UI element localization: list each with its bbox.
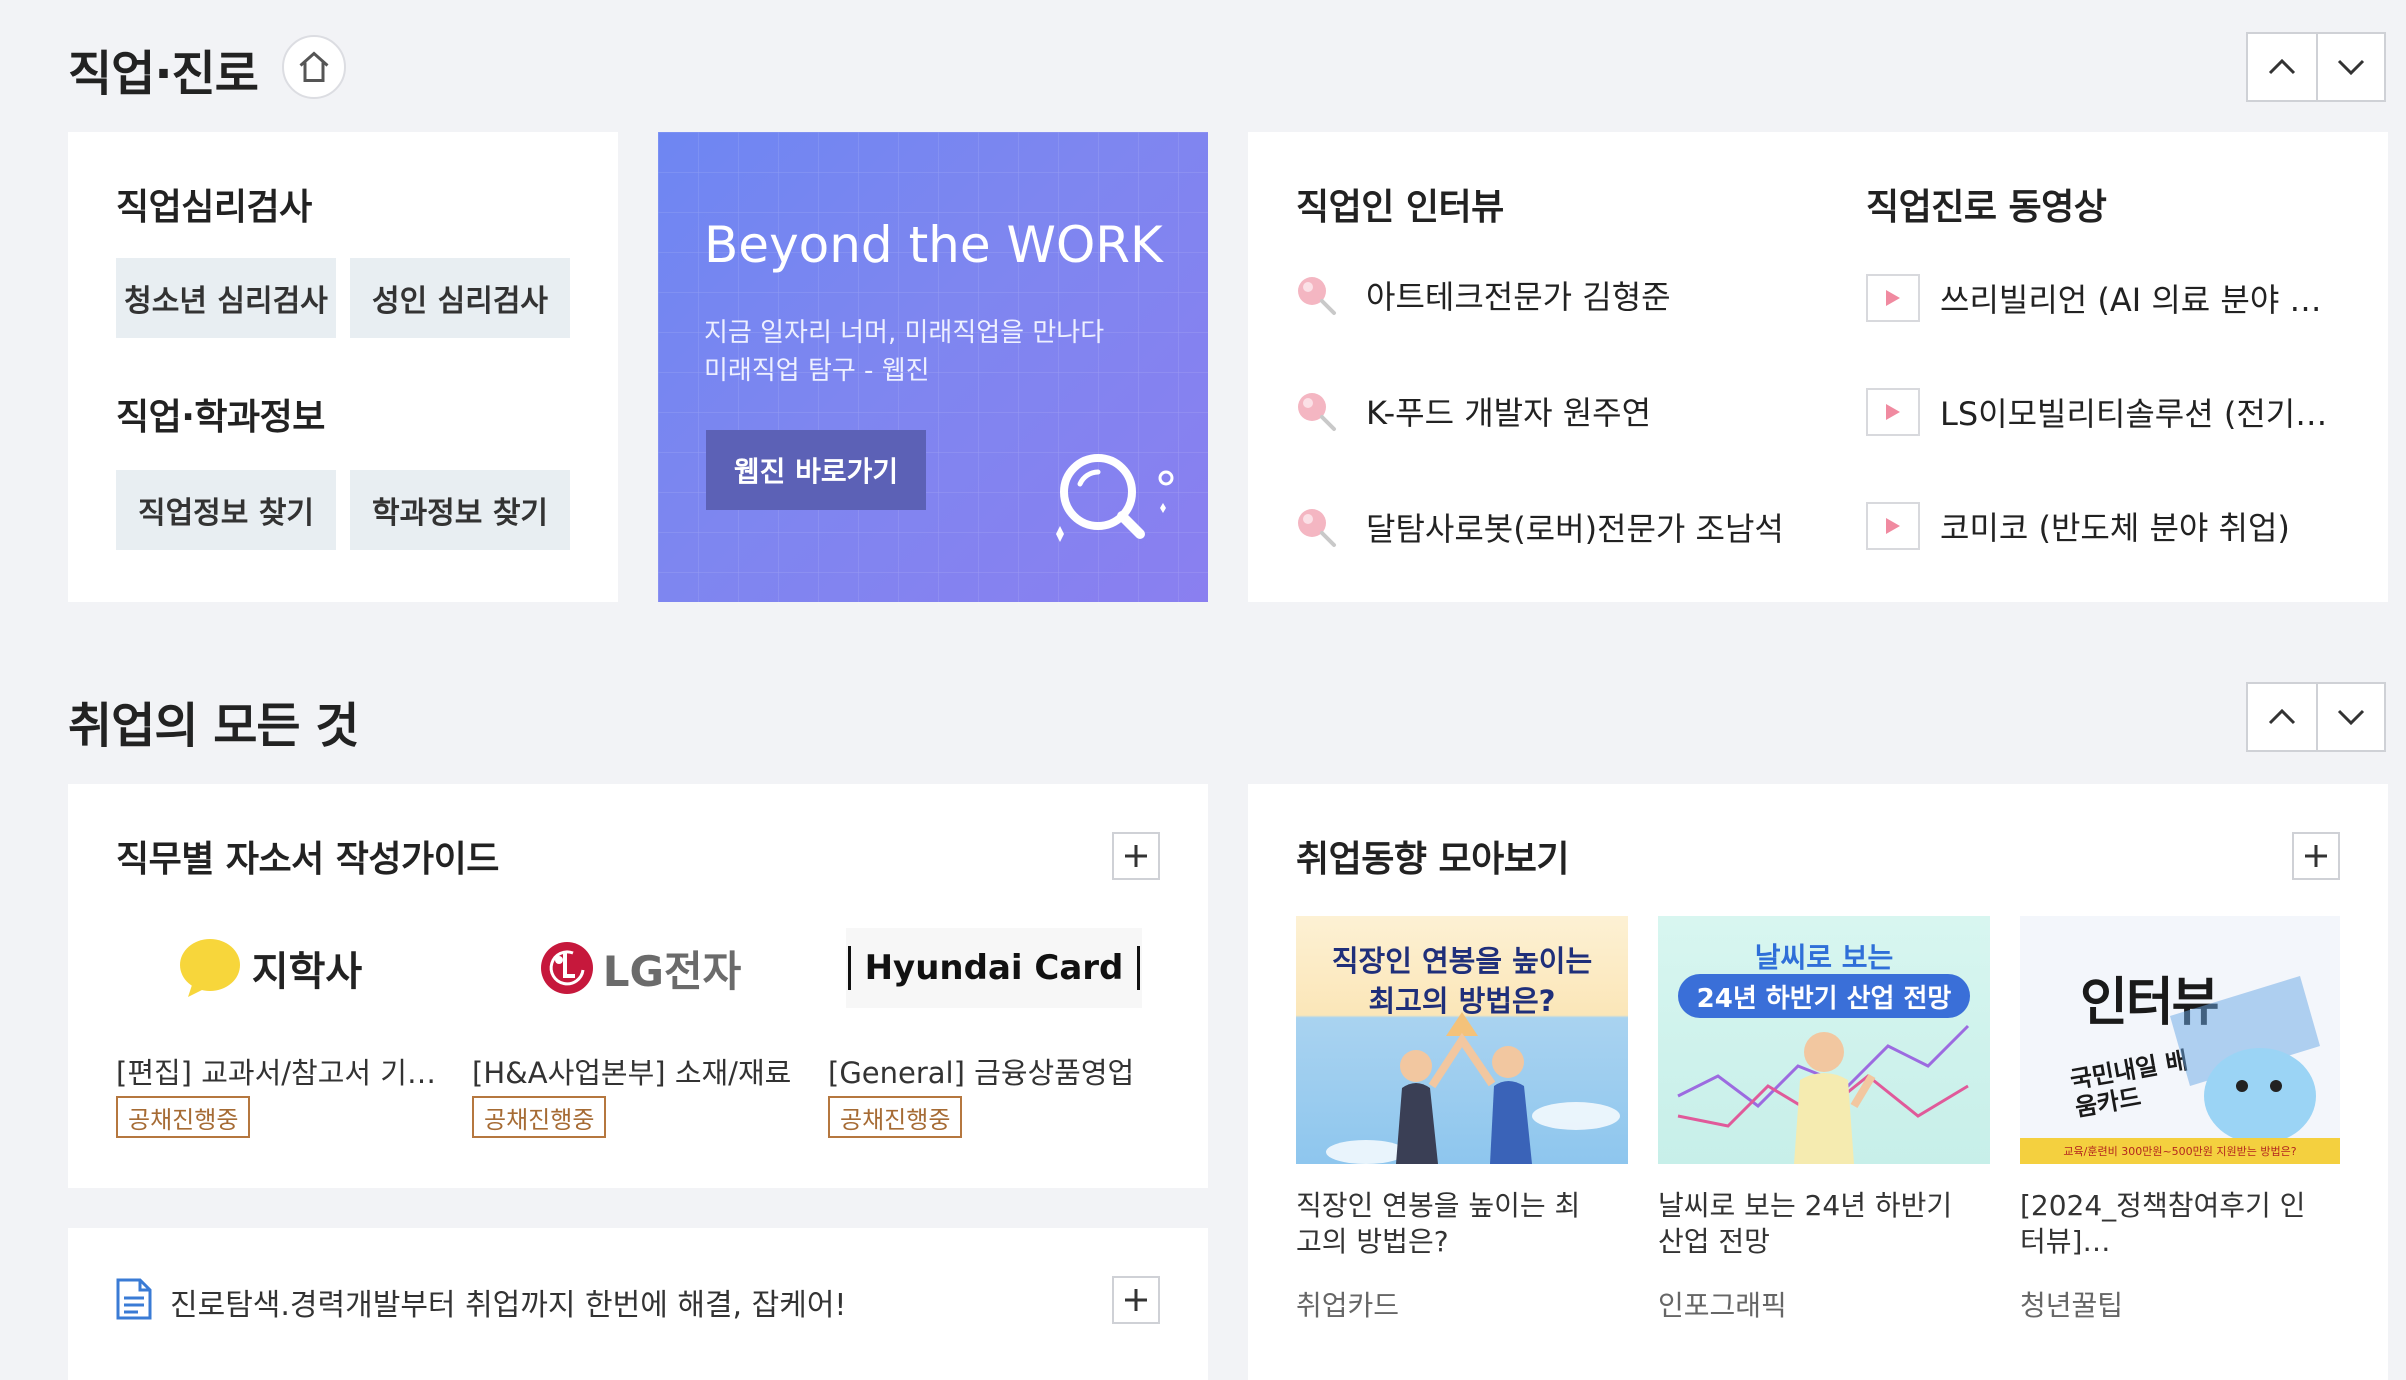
trend-thumbnail[interactable]: 날씨로 보는 24년 하반기 산업 전망 <box>1658 916 1990 1164</box>
trend-thumbnail[interactable]: 직장인 연봉을 높이는 최고의 방법은? <box>1296 916 1628 1164</box>
section-title-employment: 취업의 모든 것 <box>68 698 359 754</box>
plus-icon <box>1125 845 1147 867</box>
recruit-status-badge: 공채진행중 <box>472 1096 607 1138</box>
home-button[interactable] <box>282 35 346 99</box>
guide-more-button[interactable] <box>1112 832 1160 880</box>
banner-subtitle-2: 미래직업 탐구 - 웹진 <box>704 356 930 386</box>
play-icon <box>1866 502 1920 550</box>
employment-trends-title: 취업동향 모아보기 <box>1296 839 1570 880</box>
job-posting-title[interactable]: [편집] 교과서/참고서 기… <box>116 1050 436 1092</box>
interview-item-label: 달탐사로봇(로버)전문가 조남석 <box>1366 510 1784 548</box>
forecast-illustration <box>1677 1024 1970 1164</box>
scroll-down-button[interactable] <box>2316 34 2384 100</box>
recruit-status-badge: 공채진행중 <box>116 1096 251 1138</box>
play-icon <box>1866 274 1920 322</box>
lg-logo-mark <box>540 942 593 994</box>
plus-icon <box>1125 1289 1147 1311</box>
trend-caption[interactable]: 날씨로 보는 24년 하반기 산업 전망 <box>1658 1188 1968 1260</box>
chevron-up-icon <box>2268 708 2296 725</box>
interview-pin-icon <box>1298 509 1336 547</box>
job-info-search-button[interactable]: 직업정보 찾기 <box>116 470 336 550</box>
hyundai-card-logo[interactable]: Hyundai Card <box>846 928 1142 1008</box>
thumb-footer-text: 교육/훈련비 300만원~500만원 지원받는 방법은? <box>2020 1138 2340 1164</box>
section-title-career: 직업·진로 <box>68 46 259 102</box>
chevron-down-icon <box>2337 59 2365 76</box>
trend-caption[interactable]: [2024_정책참여후기 인터뷰]… <box>2020 1188 2330 1260</box>
lg-logo-text: LG전자 <box>602 946 742 996</box>
interview-title: 직업인 인터뷰 <box>1296 187 1504 228</box>
trend-category: 청년꿀팁 <box>2020 1289 2124 1322</box>
section2-arrows <box>2246 682 2386 752</box>
magnifier-icon <box>1056 454 1174 542</box>
job-dept-info-title: 직업·학과정보 <box>116 397 325 438</box>
trend-category: 인포그래픽 <box>1658 1289 1787 1322</box>
salary-people-illustration <box>1326 1012 1620 1164</box>
hyundai-card-logo-text: Hyundai Card <box>847 946 1141 990</box>
video-item[interactable]: 쓰리빌리언 (AI 의료 분야 … <box>1866 274 2336 322</box>
video-item-label: LS이모빌리티솔루션 (전기… <box>1940 395 2328 433</box>
webzine-banner[interactable]: Beyond the WORK 지금 일자리 너머, 미래직업을 만나다 미래직… <box>658 132 1208 602</box>
interview-item[interactable]: K-푸드 개발자 원주연 <box>1294 388 1651 434</box>
adult-psych-test-button[interactable]: 성인 심리검사 <box>350 258 570 338</box>
lg-logo[interactable]: LG전자 <box>490 928 790 1008</box>
trend-caption[interactable]: 직장인 연봉을 높이는 최고의 방법은? <box>1296 1188 1606 1260</box>
section1-arrows <box>2246 32 2386 102</box>
interview-item-label: K-푸드 개발자 원주연 <box>1366 394 1652 432</box>
interview-item-label: 아트테크전문가 김형준 <box>1366 278 1671 316</box>
jihaksa-logo-mark <box>179 939 240 997</box>
chevron-down-icon <box>2337 709 2365 726</box>
banner-title: Beyond the WORK <box>704 216 1163 274</box>
job-posting-title[interactable]: [H&A사업본부] 소재/재료 <box>472 1050 792 1092</box>
psych-test-title: 직업심리검사 <box>116 187 312 228</box>
play-icon <box>1866 388 1920 436</box>
jobcare-notice-link[interactable]: 진로탐색.경력개발부터 취업까지 한번에 해결, 잡케어! <box>170 1280 846 1324</box>
banner-subtitle: 지금 일자리 너머, 미래직업을 만나다 <box>704 318 1105 348</box>
interview-pin-icon <box>1298 393 1336 431</box>
video-title: 직업진로 동영상 <box>1866 187 2107 228</box>
recruit-status-badge: 공채진행중 <box>828 1096 963 1138</box>
plus-icon <box>2305 845 2327 867</box>
trend-thumbnail[interactable]: 인터뷰 국민내일 배움카드 교육/훈련비 300만원~500만원 지원받는 방법… <box>2020 916 2340 1164</box>
video-item-label: 코미코 (반도체 분야 취업) <box>1940 509 2290 547</box>
webzine-go-button[interactable]: 웹진 바로가기 <box>706 430 926 510</box>
scroll-up-button[interactable] <box>2248 684 2316 750</box>
trend-category: 취업카드 <box>1296 1289 1400 1322</box>
scroll-up-button[interactable] <box>2248 34 2316 100</box>
mascot-illustration <box>2170 976 2320 1144</box>
home-icon <box>299 51 329 82</box>
interview-item[interactable]: 달탐사로봇(로버)전문가 조남석 <box>1294 504 1784 550</box>
notice-more-button[interactable] <box>1112 1276 1160 1324</box>
youth-psych-test-button[interactable]: 청소년 심리검사 <box>116 258 336 338</box>
video-item[interactable]: LS이모빌리티솔루션 (전기… <box>1866 388 2336 436</box>
cover-letter-guide-title: 직무별 자소서 작성가이드 <box>116 839 499 880</box>
trends-more-button[interactable] <box>2292 832 2340 880</box>
job-posting-title[interactable]: [General] 금융상품영업 <box>828 1050 1148 1092</box>
jihaksa-logo[interactable]: 지학사 <box>120 928 420 1008</box>
chevron-up-icon <box>2268 58 2296 75</box>
interview-item[interactable]: 아트테크전문가 김형준 <box>1294 272 1671 318</box>
scroll-down-button[interactable] <box>2316 684 2384 750</box>
jihaksa-logo-text: 지학사 <box>251 949 363 995</box>
interview-pin-icon <box>1298 277 1336 315</box>
video-item[interactable]: 코미코 (반도체 분야 취업) <box>1866 502 2336 550</box>
video-item-label: 쓰리빌리언 (AI 의료 분야 … <box>1940 281 2322 319</box>
document-icon <box>116 1278 152 1320</box>
dept-info-search-button[interactable]: 학과정보 찾기 <box>350 470 570 550</box>
